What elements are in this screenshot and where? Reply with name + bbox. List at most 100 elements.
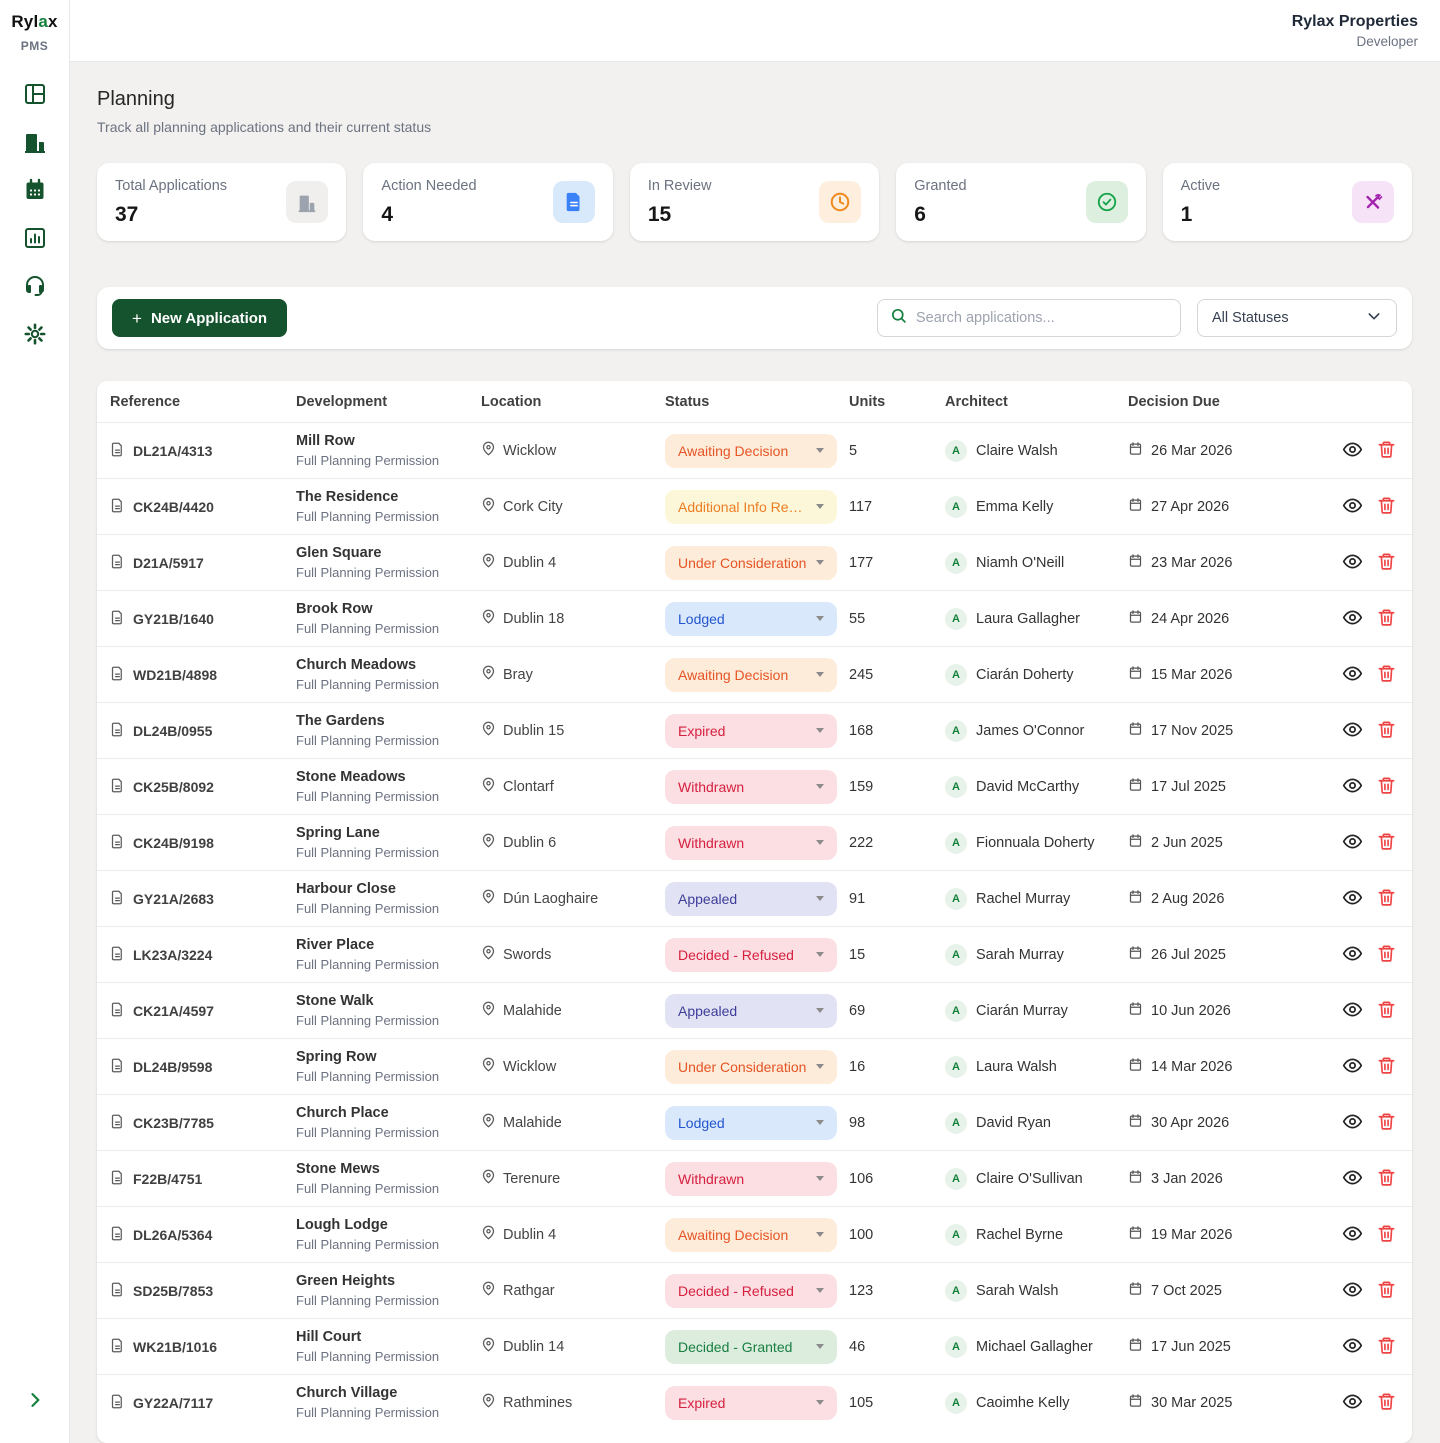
status-select[interactable]: Decided - Granted bbox=[665, 1330, 837, 1364]
row-actions bbox=[1337, 607, 1396, 631]
sidebar-nav bbox=[22, 83, 48, 349]
status-select[interactable]: Under Consideration bbox=[665, 1050, 837, 1084]
table-row: DL21A/4313 Mill Row Full Planning Permis… bbox=[97, 422, 1412, 478]
delete-button[interactable] bbox=[1377, 1392, 1396, 1414]
sidebar-item-support[interactable] bbox=[22, 275, 48, 301]
sidebar-item-calendar[interactable] bbox=[22, 179, 48, 205]
reference-cell: D21A/5917 bbox=[110, 554, 296, 572]
file-icon bbox=[110, 778, 125, 796]
view-button[interactable] bbox=[1342, 1391, 1363, 1415]
location-cell: Dún Laoghaire bbox=[481, 889, 665, 908]
trash-icon bbox=[1377, 1392, 1396, 1414]
delete-button[interactable] bbox=[1377, 664, 1396, 686]
delete-button[interactable] bbox=[1377, 1056, 1396, 1078]
status-select[interactable]: Lodged bbox=[665, 1106, 837, 1140]
buildings-icon bbox=[23, 130, 47, 159]
calendar-small-icon bbox=[1128, 721, 1143, 740]
eye-icon bbox=[1342, 607, 1363, 631]
view-button[interactable] bbox=[1342, 1111, 1363, 1135]
sidebar-item-analytics[interactable] bbox=[22, 227, 48, 253]
reference-cell: CK24B/9198 bbox=[110, 834, 296, 852]
decision-due-cell: 17 Nov 2025 bbox=[1128, 721, 1337, 740]
trash-icon bbox=[1377, 888, 1396, 910]
status-select[interactable]: Withdrawn bbox=[665, 826, 837, 860]
units-cell: 168 bbox=[849, 723, 945, 739]
view-button[interactable] bbox=[1342, 495, 1363, 519]
status-select[interactable]: Awaiting Decision bbox=[665, 434, 837, 468]
avatar: A bbox=[945, 1224, 967, 1246]
status-filter-select[interactable]: All Statuses bbox=[1197, 299, 1397, 337]
status-select[interactable]: Awaiting Decision bbox=[665, 658, 837, 692]
view-button[interactable] bbox=[1342, 999, 1363, 1023]
delete-button[interactable] bbox=[1377, 1224, 1396, 1246]
caret-down-icon bbox=[816, 1064, 824, 1069]
delete-button[interactable] bbox=[1377, 552, 1396, 574]
delete-button[interactable] bbox=[1377, 1112, 1396, 1134]
status-select[interactable]: Appealed bbox=[665, 882, 837, 916]
status-select[interactable]: Withdrawn bbox=[665, 1162, 837, 1196]
check-circle-icon bbox=[1086, 181, 1128, 223]
view-button[interactable] bbox=[1342, 775, 1363, 799]
delete-button[interactable] bbox=[1377, 440, 1396, 462]
delete-button[interactable] bbox=[1377, 832, 1396, 854]
delete-button[interactable] bbox=[1377, 608, 1396, 630]
status-select[interactable]: Lodged bbox=[665, 602, 837, 636]
table-row: CK25B/8092 Stone Meadows Full Planning P… bbox=[97, 758, 1412, 814]
eye-icon bbox=[1342, 663, 1363, 687]
delete-button[interactable] bbox=[1377, 1280, 1396, 1302]
delete-button[interactable] bbox=[1377, 776, 1396, 798]
eye-icon bbox=[1342, 1391, 1363, 1415]
view-button[interactable] bbox=[1342, 831, 1363, 855]
view-button[interactable] bbox=[1342, 439, 1363, 463]
view-button[interactable] bbox=[1342, 1167, 1363, 1191]
status-select[interactable]: Awaiting Decision bbox=[665, 1218, 837, 1252]
status-select[interactable]: Expired bbox=[665, 714, 837, 748]
new-application-button[interactable]: + New Application bbox=[112, 299, 287, 337]
trash-icon bbox=[1377, 832, 1396, 854]
sidebar-collapse-button[interactable] bbox=[25, 1390, 45, 1415]
caret-down-icon bbox=[816, 1400, 824, 1405]
status-select[interactable]: Expired bbox=[665, 1386, 837, 1420]
status-select[interactable]: Under Consideration bbox=[665, 546, 837, 580]
view-button[interactable] bbox=[1342, 551, 1363, 575]
caret-down-icon bbox=[816, 784, 824, 789]
view-button[interactable] bbox=[1342, 607, 1363, 631]
trash-icon bbox=[1377, 944, 1396, 966]
decision-due-cell: 19 Mar 2026 bbox=[1128, 1225, 1337, 1244]
status-select[interactable]: Withdrawn bbox=[665, 770, 837, 804]
delete-button[interactable] bbox=[1377, 944, 1396, 966]
location-cell: Dublin 4 bbox=[481, 553, 665, 572]
delete-button[interactable] bbox=[1377, 496, 1396, 518]
table-header: Reference Development Location Status Un… bbox=[97, 381, 1412, 422]
status-select[interactable]: Appealed bbox=[665, 994, 837, 1028]
delete-button[interactable] bbox=[1377, 888, 1396, 910]
search-input[interactable] bbox=[916, 310, 1168, 326]
stat-label: In Review bbox=[648, 178, 712, 194]
delete-button[interactable] bbox=[1377, 720, 1396, 742]
view-button[interactable] bbox=[1342, 663, 1363, 687]
row-actions bbox=[1337, 663, 1396, 687]
status-select[interactable]: Decided - Refused bbox=[665, 1274, 837, 1308]
map-pin-icon bbox=[481, 1057, 496, 1076]
file-icon bbox=[110, 554, 125, 572]
view-button[interactable] bbox=[1342, 887, 1363, 911]
view-button[interactable] bbox=[1342, 1335, 1363, 1359]
status-select[interactable]: Additional Info Requested bbox=[665, 490, 837, 524]
map-pin-icon bbox=[481, 553, 496, 572]
calendar-small-icon bbox=[1128, 1337, 1143, 1356]
view-button[interactable] bbox=[1342, 1223, 1363, 1247]
status-select[interactable]: Decided - Refused bbox=[665, 938, 837, 972]
view-button[interactable] bbox=[1342, 1055, 1363, 1079]
delete-button[interactable] bbox=[1377, 1000, 1396, 1022]
status-cell: Under Consideration bbox=[665, 546, 849, 580]
delete-button[interactable] bbox=[1377, 1336, 1396, 1358]
view-button[interactable] bbox=[1342, 1279, 1363, 1303]
sidebar-item-settings[interactable] bbox=[22, 323, 48, 349]
sidebar-item-properties[interactable] bbox=[22, 131, 48, 157]
file-icon bbox=[110, 610, 125, 628]
table-row: WK21B/1016 Hill Court Full Planning Perm… bbox=[97, 1318, 1412, 1374]
view-button[interactable] bbox=[1342, 943, 1363, 967]
sidebar-item-dashboard[interactable] bbox=[22, 83, 48, 109]
delete-button[interactable] bbox=[1377, 1168, 1396, 1190]
view-button[interactable] bbox=[1342, 719, 1363, 743]
